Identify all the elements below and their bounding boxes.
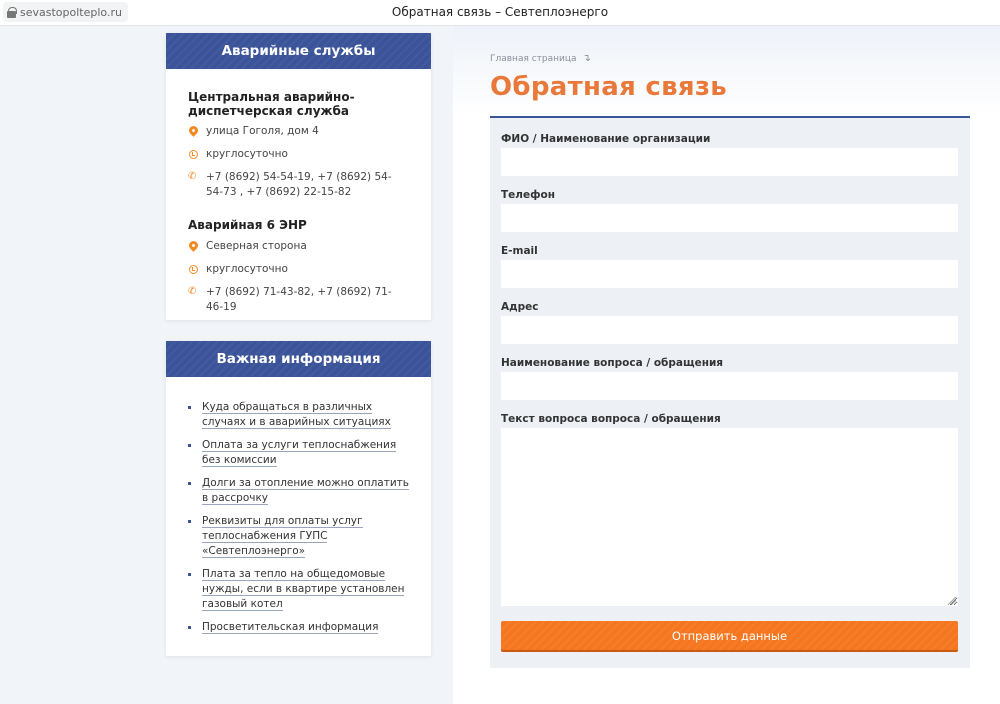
service-title: Аварийная 6 ЭНР [188,218,307,232]
page-title: Обратная связь [490,72,728,102]
window-title: Обратная связь – Севтеплоэнерго [391,5,609,19]
service-phones-row: ✆ +7 (8692) 54-54-19, +7 (8692) 54-54-73… [188,170,403,200]
location-pin-icon [187,124,200,137]
important-links-list: Куда обращаться в различных случаях и в … [188,400,413,643]
subject-label: Наименование вопроса / обращения [501,357,724,369]
service-address-row: Северная сторона [187,239,307,254]
submit-button[interactable]: Отправить данные [501,621,958,650]
address-input[interactable] [501,316,958,344]
important-info-card: Важная информация Куда обращаться в разл… [166,341,431,656]
service-hours: круглосуточно [206,148,288,160]
emergency-services-header: Аварийные службы [166,33,431,69]
service-phones[interactable]: +7 (8692) 54-54-19, +7 (8692) 54-54-73 ,… [206,170,403,200]
phone-label: Телефон [501,189,555,201]
breadcrumb-home-link[interactable]: Главная страница [490,54,577,64]
service-hours: круглосуточно [206,263,288,275]
service-title: Центральная аварийно-диспетчерская служб… [188,90,355,118]
phone-input[interactable] [501,204,958,232]
service-phones[interactable]: +7 (8692) 71-43-82, +7 (8692) 71-46-19 [206,285,403,315]
important-link[interactable]: Плата за тепло на общедомовые нужды, есл… [188,567,413,612]
subject-input[interactable] [501,372,958,400]
location-pin-icon [187,239,200,252]
phone-icon: ✆ [188,286,197,297]
service-hours-row: круглосуточно [188,262,288,277]
name-label: ФИО / Наименование организации [501,133,711,145]
important-link[interactable]: Просветительская информация [188,620,413,635]
message-textarea[interactable] [501,428,958,606]
address-label: Адрес [501,301,539,313]
service-address: улица Гоголя, дом 4 [206,125,319,137]
breadcrumb: Главная страница ↴ [490,53,591,64]
service-hours-row: круглосуточно [188,147,288,162]
email-label: E-mail [501,245,538,257]
important-link[interactable]: Куда обращаться в различных случаях и в … [188,400,413,430]
service-address: Северная сторона [206,240,307,252]
important-info-header: Важная информация [166,341,431,377]
emergency-services-card: Аварийные службы Центральная аварийно-ди… [166,33,431,320]
important-link[interactable]: Оплата за услуги теплоснабжения без коми… [188,438,413,468]
message-label: Текст вопроса вопроса / обращения [501,413,721,425]
important-link[interactable]: Реквизиты для оплаты услуг теплоснабжени… [188,514,413,559]
resize-handle-icon[interactable] [948,597,956,605]
name-input[interactable] [501,148,958,176]
clock-icon [189,265,198,274]
feedback-form: ФИО / Наименование организации Телефон E… [490,116,970,668]
service-phones-row: ✆ +7 (8692) 71-43-82, +7 (8692) 71-46-19 [188,285,403,315]
important-link[interactable]: Долги за отопление можно оплатить в расс… [188,476,413,506]
breadcrumb-arrow-icon: ↴ [582,53,591,64]
email-input[interactable] [501,260,958,288]
clock-icon [189,150,198,159]
browser-top-bar: sevastopolteplo.ru Обратная связь – Севт… [0,0,1000,26]
phone-icon: ✆ [188,171,197,182]
service-address-row: улица Гоголя, дом 4 [187,124,319,139]
